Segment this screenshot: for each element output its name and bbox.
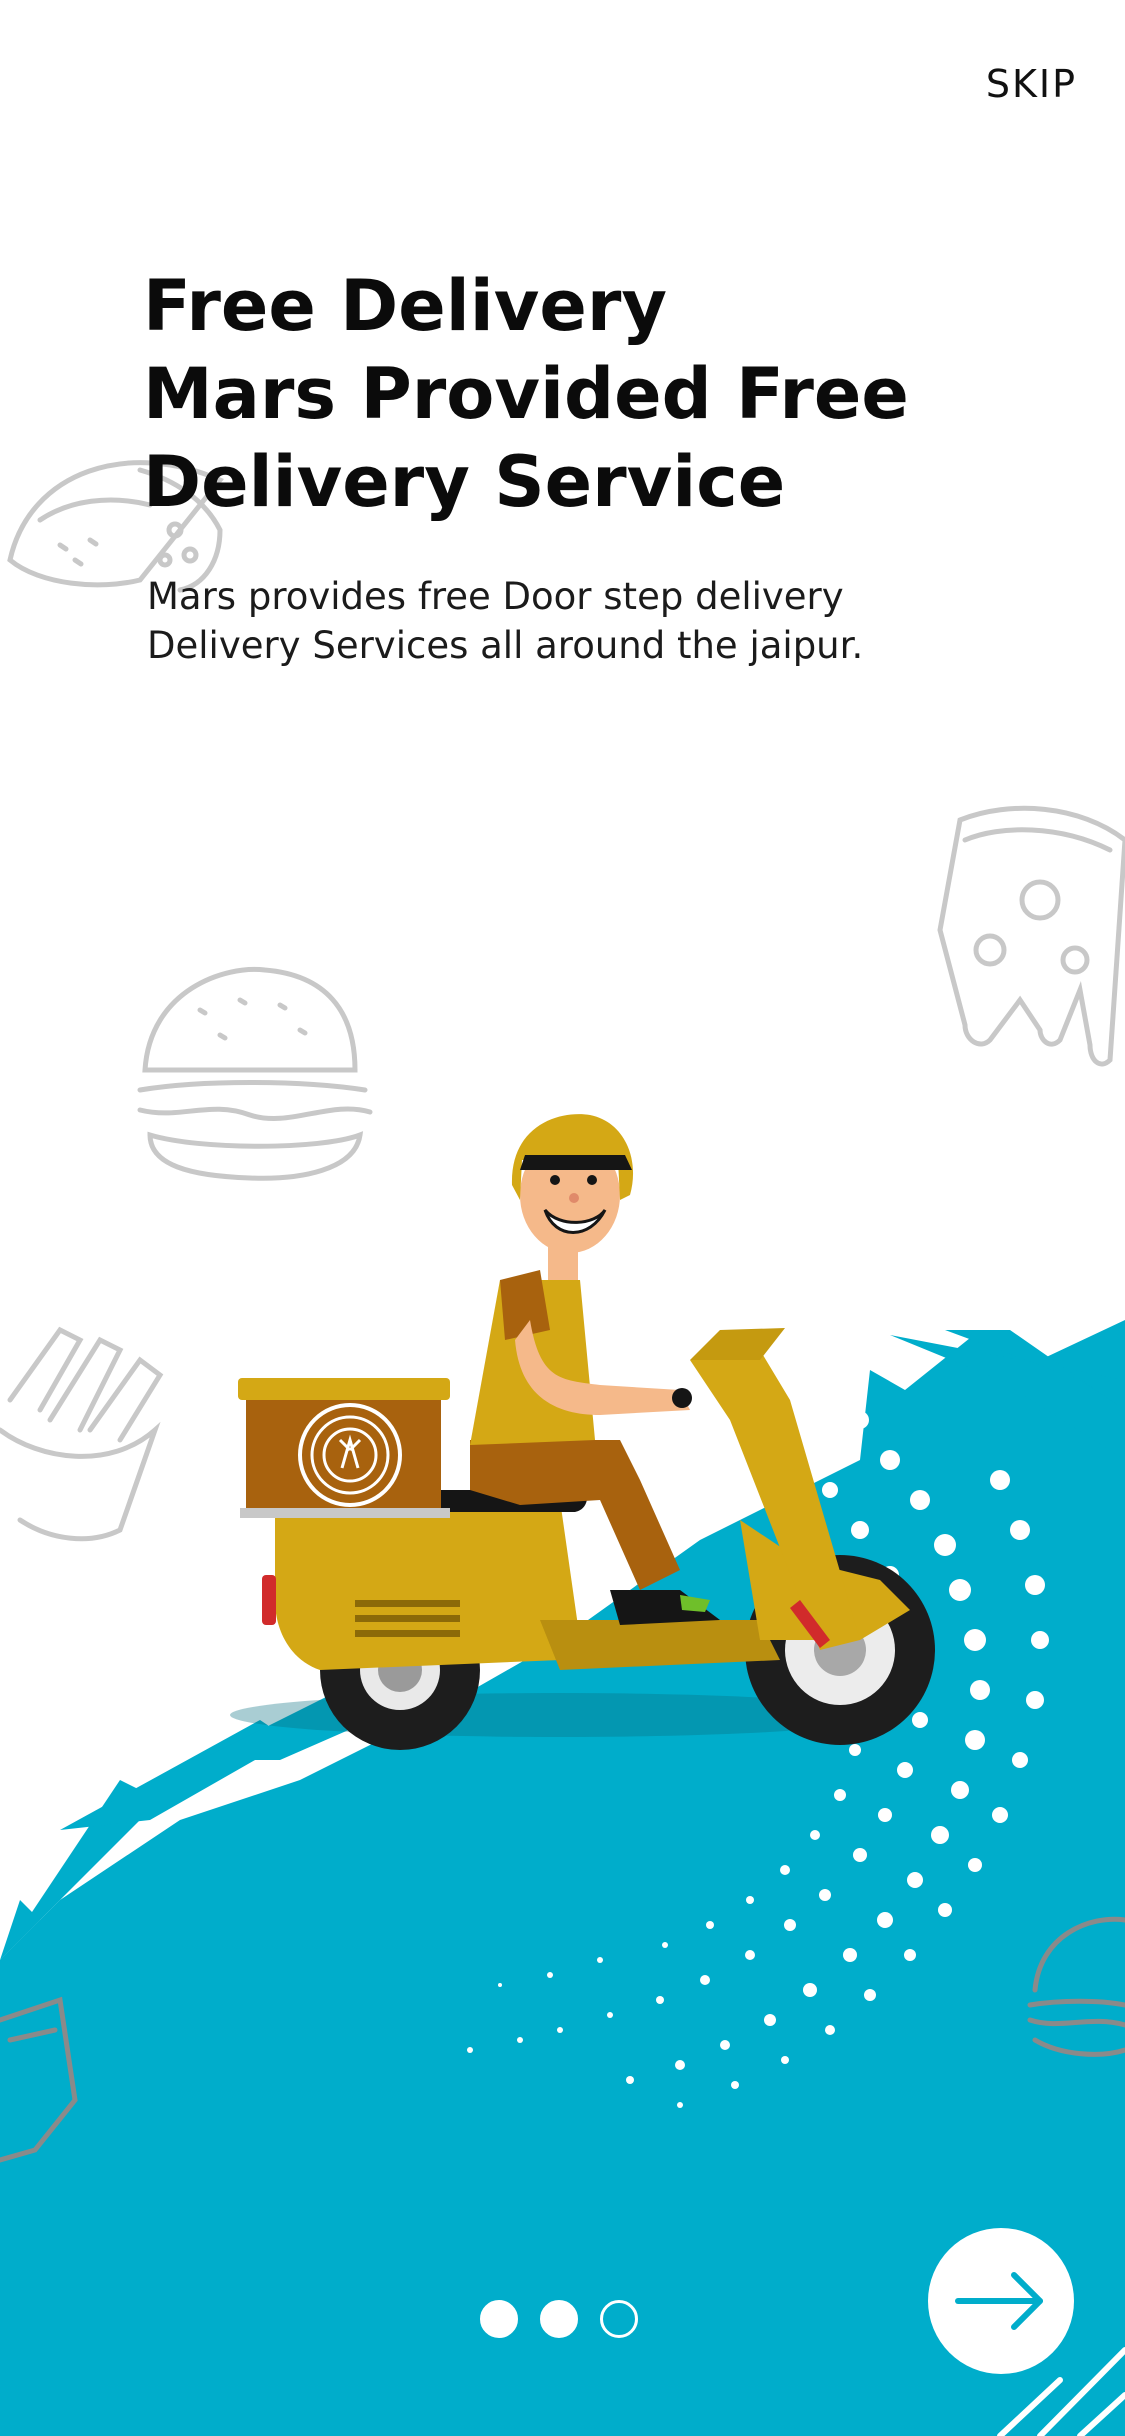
page-dot-1[interactable] — [480, 2300, 518, 2338]
page-dot-3[interactable] — [600, 2300, 638, 2338]
title-line: Free Delivery — [143, 265, 668, 347]
next-button[interactable] — [928, 2228, 1074, 2374]
title-line: Mars Provided Free — [143, 353, 909, 435]
description-line: Mars provides free Door step delivery — [147, 575, 844, 618]
page-dot-2[interactable] — [540, 2300, 578, 2338]
skip-button[interactable]: SKIP — [986, 62, 1077, 106]
onboarding-title: Free Delivery Mars Provided Free Deliver… — [143, 262, 1023, 526]
pizza-doodle — [937, 805, 1125, 1067]
description-line: Delivery Services all around the jaipur. — [147, 624, 864, 667]
onboarding-description: Mars provides free Door step delivery De… — [147, 572, 1047, 670]
arrow-right-icon — [955, 2272, 1043, 2330]
onboarding-screen: SKIP Free Delivery Mars Provided Free De… — [0, 0, 1125, 2436]
page-indicator — [480, 2300, 640, 2342]
burger-doodle — [137, 966, 373, 1181]
delivery-rider-illustration — [230, 1114, 935, 1750]
title-line: Delivery Service — [143, 441, 786, 523]
fries-doodle — [0, 1326, 164, 1542]
